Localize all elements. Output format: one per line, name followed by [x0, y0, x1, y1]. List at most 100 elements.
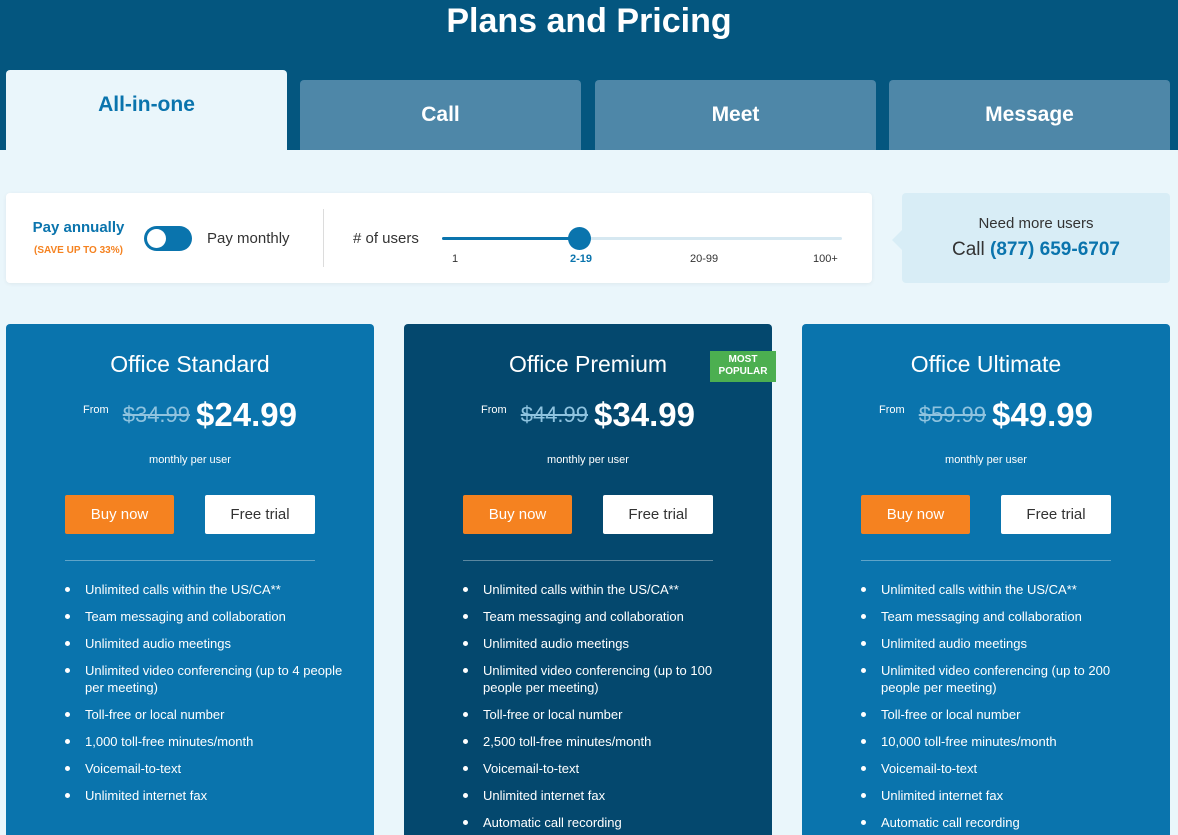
- slider-tick-20-99[interactable]: 20-99: [690, 253, 718, 265]
- feature-item: Voicemail-to-text: [65, 760, 355, 777]
- page-title: Plans and Pricing: [446, 2, 732, 40]
- feature-item: Unlimited calls within the US/CA**: [463, 581, 753, 598]
- pay-annually-label[interactable]: Pay annually: [6, 219, 151, 236]
- feature-item: Toll-free or local number: [65, 706, 355, 723]
- users-label: # of users: [353, 230, 419, 247]
- plan-title: Office Standard: [110, 351, 270, 377]
- bullet-icon: [861, 587, 866, 592]
- bullet-icon: [65, 739, 70, 744]
- bullet-icon: [463, 820, 468, 825]
- feature-item: Unlimited internet fax: [65, 787, 355, 804]
- bullet-icon: [463, 739, 468, 744]
- bullet-icon: [861, 712, 866, 717]
- bullet-icon: [463, 766, 468, 771]
- card-divider: [861, 560, 1111, 561]
- bullet-icon: [65, 766, 70, 771]
- bullet-icon: [861, 820, 866, 825]
- users-slider-fill: [442, 237, 580, 240]
- feature-item: Team messaging and collaboration: [65, 608, 355, 625]
- phone-link[interactable]: (877) 659-6707: [990, 239, 1120, 260]
- feature-item: Unlimited video conferencing (up to 100 …: [463, 662, 753, 696]
- users-slider-thumb[interactable]: [568, 227, 591, 250]
- call-prefix: Call: [952, 239, 985, 260]
- bullet-icon: [861, 641, 866, 646]
- feature-list: Unlimited calls within the US/CA** Team …: [65, 581, 355, 814]
- tab-call[interactable]: Call: [300, 80, 581, 150]
- price: $34.99: [594, 396, 695, 433]
- bullet-icon: [463, 641, 468, 646]
- bullet-icon: [463, 587, 468, 592]
- free-trial-button[interactable]: Free trial: [603, 495, 713, 534]
- bullet-icon: [463, 668, 468, 673]
- feature-item: Unlimited calls within the US/CA**: [861, 581, 1151, 598]
- free-trial-button[interactable]: Free trial: [1001, 495, 1111, 534]
- buy-now-button[interactable]: Buy now: [861, 495, 970, 534]
- feature-item: 1,000 toll-free minutes/month: [65, 733, 355, 750]
- feature-item: Unlimited internet fax: [463, 787, 753, 804]
- price-period: monthly per user: [945, 454, 1027, 466]
- feature-item: Unlimited calls within the US/CA**: [65, 581, 355, 598]
- bullet-icon: [65, 668, 70, 673]
- feature-item: Unlimited video conferencing (up to 4 pe…: [65, 662, 355, 696]
- bullet-icon: [861, 614, 866, 619]
- buy-now-button[interactable]: Buy now: [463, 495, 572, 534]
- tab-meet[interactable]: Meet: [595, 80, 876, 150]
- bullet-icon: [463, 793, 468, 798]
- card-divider: [65, 560, 315, 561]
- feature-item: 2,500 toll-free minutes/month: [463, 733, 753, 750]
- price-period: monthly per user: [149, 454, 231, 466]
- tab-message[interactable]: Message: [889, 80, 1170, 150]
- bullet-icon: [65, 614, 70, 619]
- save-note: (SAVE UP TO 33%): [34, 245, 123, 256]
- price-row: From $34.99 $24.99: [6, 396, 374, 434]
- feature-item: Voicemail-to-text: [861, 760, 1151, 777]
- slider-tick-100-plus[interactable]: 100+: [813, 253, 838, 265]
- feature-item: Team messaging and collaboration: [861, 608, 1151, 625]
- price-row: From $59.99 $49.99: [802, 396, 1170, 434]
- from-label: From: [481, 404, 507, 416]
- toggle-knob: [147, 229, 166, 248]
- feature-item: Toll-free or local number: [861, 706, 1151, 723]
- free-trial-button[interactable]: Free trial: [205, 495, 315, 534]
- feature-item: Automatic call recording: [861, 814, 1151, 831]
- from-label: From: [83, 404, 109, 416]
- feature-item: Unlimited internet fax: [861, 787, 1151, 804]
- old-price: $44.99: [520, 402, 589, 427]
- need-box-pointer: [892, 230, 902, 250]
- slider-tick-1[interactable]: 1: [452, 253, 458, 265]
- most-popular-badge: MOST POPULAR: [710, 351, 776, 382]
- pay-monthly-label[interactable]: Pay monthly: [207, 230, 290, 247]
- card-divider: [463, 560, 713, 561]
- bullet-icon: [65, 641, 70, 646]
- feature-item: Automatic call recording: [463, 814, 753, 831]
- slider-tick-2-19[interactable]: 2-19: [570, 253, 592, 265]
- buy-now-button[interactable]: Buy now: [65, 495, 174, 534]
- bullet-icon: [65, 587, 70, 592]
- from-label: From: [879, 404, 905, 416]
- bullet-icon: [861, 793, 866, 798]
- need-more-call: Call (877) 659-6707: [902, 239, 1170, 261]
- feature-item: Unlimited audio meetings: [463, 635, 753, 652]
- tab-all-in-one[interactable]: All-in-one: [6, 70, 287, 150]
- feature-item: Unlimited audio meetings: [861, 635, 1151, 652]
- divider: [323, 209, 324, 267]
- feature-item: Team messaging and collaboration: [463, 608, 753, 625]
- feature-item: Unlimited audio meetings: [65, 635, 355, 652]
- feature-item: Toll-free or local number: [463, 706, 753, 723]
- bullet-icon: [463, 712, 468, 717]
- bullet-icon: [463, 614, 468, 619]
- plan-card-ultimate: Office Ultimate From $59.99 $49.99 month…: [802, 324, 1170, 835]
- price-period: monthly per user: [547, 454, 629, 466]
- need-more-title: Need more users: [978, 215, 1094, 232]
- feature-list: Unlimited calls within the US/CA** Team …: [861, 581, 1151, 835]
- plan-card-standard: Office Standard From $34.99 $24.99 month…: [6, 324, 374, 835]
- billing-toggle[interactable]: [144, 226, 192, 251]
- need-more-users-box: Need more users Call (877) 659-6707: [902, 193, 1170, 283]
- price: $49.99: [992, 396, 1093, 433]
- bullet-icon: [861, 739, 866, 744]
- feature-item: Unlimited video conferencing (up to 200 …: [861, 662, 1151, 696]
- old-price: $59.99: [918, 402, 987, 427]
- plan-card-premium: Office Premium From $44.99 $34.99 monthl…: [404, 324, 772, 835]
- feature-item: 10,000 toll-free minutes/month: [861, 733, 1151, 750]
- old-price: $34.99: [122, 402, 191, 427]
